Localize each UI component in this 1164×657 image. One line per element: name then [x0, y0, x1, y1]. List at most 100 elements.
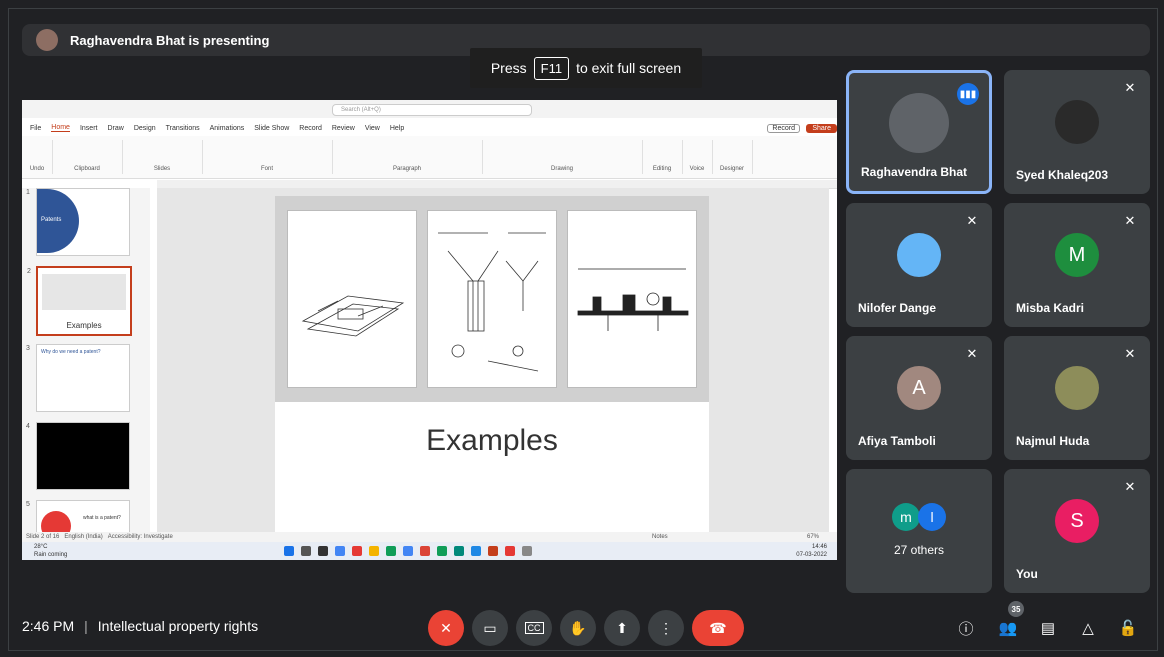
ribbon-group-clipboard: Clipboard [52, 140, 123, 174]
leave-call-button[interactable]: ☎ [692, 610, 744, 646]
activities-button[interactable]: △ [1076, 616, 1100, 640]
patent-telegraph-icon [577, 268, 689, 331]
slide-thumbnail-2[interactable]: 2 Examples [27, 266, 132, 336]
pp-share-button[interactable]: Share [806, 123, 837, 133]
tab-insert[interactable]: Insert [80, 125, 98, 132]
present-icon: ⬆ [616, 619, 628, 636]
thumb-images [42, 274, 126, 310]
app-icon[interactable] [420, 546, 430, 556]
thumb-title: what is a patent? [83, 515, 121, 521]
meet-icon[interactable] [454, 546, 464, 556]
slide-thumbnails: 1 Patents 2 Examples 3 Why do we need a … [22, 188, 150, 542]
patent-drawing-1 [287, 210, 417, 388]
captions-button[interactable]: CC [516, 610, 552, 646]
tab-help[interactable]: Help [390, 125, 404, 132]
participant-name: Nilofer Dange [858, 301, 937, 315]
ribbon-label: Font [260, 166, 273, 172]
self-tile[interactable]: S ✕ You [1004, 469, 1150, 593]
tab-review[interactable]: Review [332, 125, 355, 132]
participant-name: Raghavendra Bhat [861, 165, 968, 179]
app-icon[interactable] [403, 546, 413, 556]
host-controls-button[interactable]: 🔓 [1116, 616, 1140, 640]
tab-file[interactable]: File [30, 125, 41, 132]
hand-icon: ✋ [569, 619, 587, 636]
participant-tile[interactable]: ▮▮▮ Raghavendra Bhat [846, 70, 992, 194]
tab-transitions[interactable]: Transitions [166, 125, 200, 132]
camera-toggle-button[interactable]: ▭ [472, 610, 508, 646]
slide-thumbnail-4[interactable]: 4 [26, 422, 130, 490]
explorer-icon[interactable] [369, 546, 379, 556]
ribbon-label: Undo [29, 166, 45, 172]
ribbon-group-voice: Voice [682, 140, 713, 174]
settings-icon[interactable] [522, 546, 532, 556]
tab-view[interactable]: View [365, 125, 380, 132]
participant-tile[interactable]: A ✕ Afiya Tamboli [846, 336, 992, 460]
more-options-button[interactable]: ⋮ [648, 610, 684, 646]
chat-icon[interactable] [335, 546, 345, 556]
thumb-number: 1 [26, 189, 30, 196]
hint-key: F11 [533, 56, 570, 80]
ribbon-group-designer: Designer [712, 140, 753, 174]
slide-title: Examples [426, 424, 558, 457]
start-icon[interactable] [284, 546, 294, 556]
app-icon[interactable] [437, 546, 447, 556]
app-icon[interactable] [386, 546, 396, 556]
tab-slide-show[interactable]: Slide Show [254, 125, 289, 132]
tab-home[interactable]: Home [51, 124, 70, 132]
meeting-details-button[interactable]: ⓘ [954, 616, 978, 640]
hint-suffix: to exit full screen [576, 60, 682, 76]
divider: | [84, 618, 88, 634]
slide-thumbnail-1[interactable]: 1 Patents [26, 188, 130, 256]
participant-name: Misba Kadri [1016, 301, 1085, 315]
others-count: 27 others [893, 543, 945, 557]
ribbon-label: Clipboard [74, 166, 100, 172]
taskview-icon[interactable] [318, 546, 328, 556]
raise-hand-button[interactable]: ✋ [560, 610, 596, 646]
people-button[interactable]: 👥 [996, 616, 1020, 640]
app-icon[interactable] [505, 546, 515, 556]
meeting-info: 2:46 PM | Intellectual property rights [22, 618, 258, 634]
meeting-time: 2:46 PM [22, 618, 75, 634]
search-icon[interactable] [301, 546, 311, 556]
participant-tile[interactable]: ✕ Syed Khaleq203 [1004, 70, 1150, 194]
language-status[interactable]: English (India) [64, 534, 102, 540]
system-clock[interactable]: 14:46 07-03-2022 [796, 543, 827, 559]
slide-image-band [275, 196, 709, 402]
tab-design[interactable]: Design [134, 125, 156, 132]
participant-tile[interactable]: ✕ Nilofer Dange [846, 203, 992, 327]
current-slide[interactable]: Examples [275, 196, 709, 542]
powerpoint-tabs: File Home Insert Draw Design Transitions… [22, 120, 837, 136]
powerpoint-icon[interactable] [488, 546, 498, 556]
slide-thumbnail-3[interactable]: 3 Why do we need a patent? [26, 344, 130, 412]
tab-record[interactable]: Record [299, 125, 322, 132]
tab-animations[interactable]: Animations [210, 125, 245, 132]
chat-button[interactable]: ▤ [1036, 616, 1060, 640]
shared-screen: Search (Alt+Q) File Home Insert Draw Des… [22, 100, 837, 560]
mic-off-icon: ✕ [966, 346, 978, 361]
pp-search-input[interactable]: Search (Alt+Q) [332, 104, 532, 116]
zoom-level[interactable]: 67% [807, 532, 819, 542]
people-icon: 👥 [998, 620, 1018, 637]
present-button[interactable]: ⬆ [604, 610, 640, 646]
pp-record-button[interactable]: Record [767, 123, 800, 133]
notes-button[interactable]: Notes [652, 532, 668, 542]
app-icon[interactable] [352, 546, 362, 556]
tab-draw[interactable]: Draw [107, 125, 123, 132]
fullscreen-hint: Press F11 to exit full screen [470, 48, 702, 88]
slide-editor: Examples [157, 188, 829, 542]
participant-tile[interactable]: ✕ Najmul Huda [1004, 336, 1150, 460]
edge-icon[interactable] [471, 546, 481, 556]
mic-off-icon: ✕ [1124, 479, 1136, 494]
accessibility-status[interactable]: Accessibility: Investigate [108, 534, 173, 540]
presenter-avatar [36, 29, 58, 51]
patent-sketch-icon [301, 295, 405, 337]
patent-drawing-3 [567, 210, 697, 388]
mic-toggle-button[interactable]: ✕ [428, 610, 464, 646]
lock-icon: 🔓 [1118, 620, 1138, 637]
thumb-number: 2 [27, 268, 31, 275]
others-tile[interactable]: m l 27 others [846, 469, 992, 593]
participant-tile[interactable]: M ✕ Misba Kadri [1004, 203, 1150, 327]
weather-widget[interactable]: 28°C Rain coming [34, 543, 67, 559]
weather-desc: Rain coming [34, 552, 68, 558]
thumb-number: 5 [26, 501, 30, 508]
